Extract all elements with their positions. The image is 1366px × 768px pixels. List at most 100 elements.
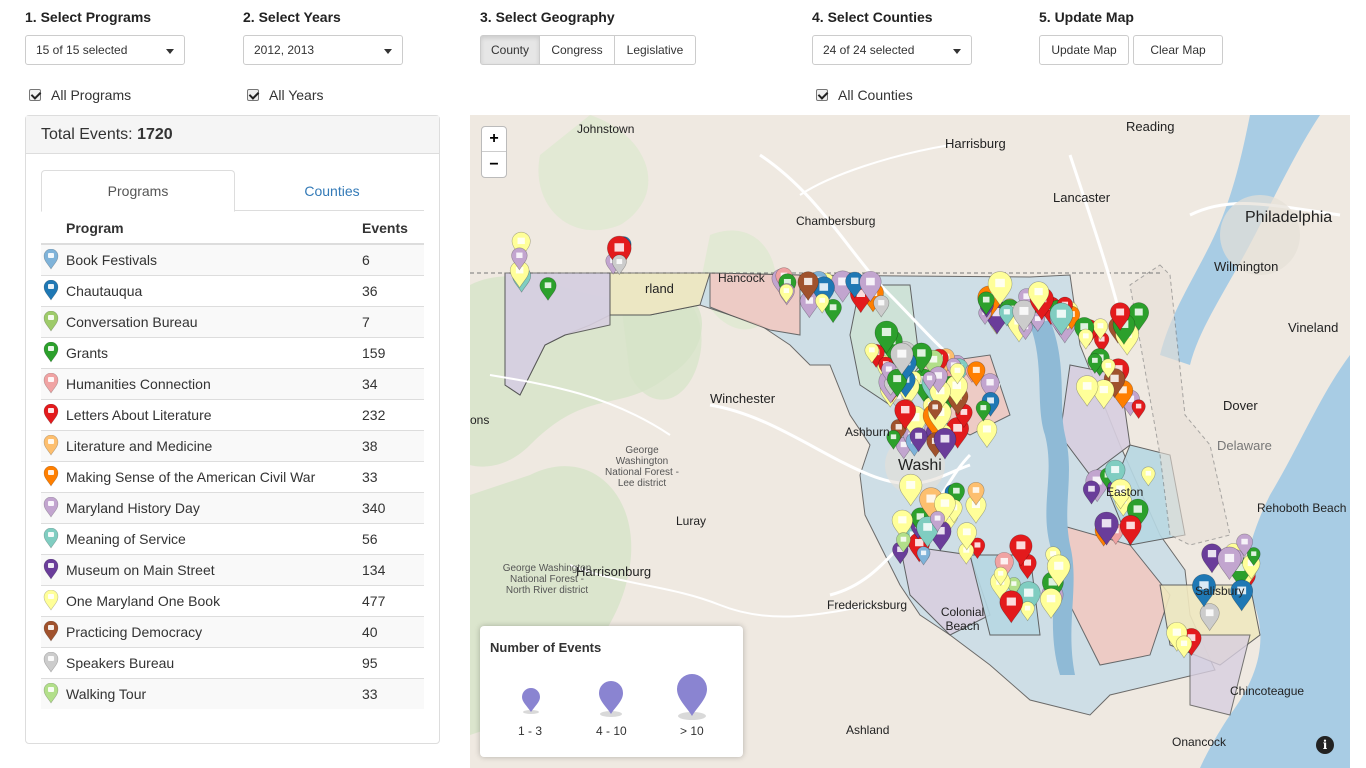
city-label: Reading <box>1126 119 1175 134</box>
event-marker-icon[interactable] <box>1078 328 1094 350</box>
city-label: Rehoboth Beach <box>1257 501 1347 515</box>
event-marker-icon[interactable] <box>1199 603 1220 632</box>
program-events: 33 <box>362 677 424 709</box>
geography-county-button[interactable]: County <box>480 35 540 65</box>
total-events: Total Events: 1720 <box>26 116 439 154</box>
table-row: Humanities Connection 34 <box>41 367 424 399</box>
graduation-cap-icon <box>43 652 59 673</box>
map-legend: Number of Events 1 - 3 4 - 10 > 10 <box>480 626 743 757</box>
city-label: Vineland <box>1288 320 1339 335</box>
event-marker-icon[interactable] <box>976 419 998 449</box>
checkbox-checked-icon[interactable] <box>247 89 259 101</box>
geography-legislative-button[interactable]: Legislative <box>614 35 696 65</box>
city-label: Chincoteague <box>1230 684 1305 698</box>
city-label: Ashland <box>846 723 890 737</box>
program-icon-cell <box>41 460 66 492</box>
city-label: Johnstown <box>577 122 635 136</box>
zoom-in-button[interactable]: + <box>482 127 506 152</box>
tab-counties[interactable]: Counties <box>235 170 429 211</box>
city-label: rland <box>645 281 674 296</box>
event-marker-icon[interactable] <box>1141 466 1156 487</box>
event-marker-icon[interactable] <box>975 400 991 422</box>
update-map-label: 5. Update Map <box>1039 9 1134 25</box>
legend-marker-small-icon <box>522 688 540 714</box>
update-map-button[interactable]: Update Map <box>1039 35 1129 65</box>
open-book-icon <box>43 590 59 611</box>
zoom-out-button[interactable]: − <box>482 152 506 177</box>
program-icon-cell <box>41 553 66 585</box>
all-programs-checkbox[interactable]: All Programs <box>29 87 131 103</box>
city-label: Harrisburg <box>945 136 1006 151</box>
conversation-icon <box>43 311 59 332</box>
program-name: Grants <box>66 336 362 368</box>
event-marker-icon[interactable] <box>1040 588 1063 619</box>
checkbox-checked-icon[interactable] <box>29 89 41 101</box>
panel-tabs: Programs Counties <box>41 170 424 212</box>
program-events: 159 <box>362 336 424 368</box>
program-events: 134 <box>362 553 424 585</box>
table-row: Speakers Bureau 95 <box>41 646 424 678</box>
star-icon <box>43 466 59 487</box>
event-marker-icon[interactable] <box>539 277 557 301</box>
walking-icon <box>43 683 59 704</box>
table-row: One Maryland One Book 477 <box>41 584 424 616</box>
tab-programs[interactable]: Programs <box>41 170 235 212</box>
city-label: Chambersburg <box>796 214 876 228</box>
city-label: George Washington National Forest - Nort… <box>502 563 592 596</box>
event-marker-icon[interactable] <box>999 590 1024 624</box>
years-dropdown[interactable]: 2012, 2013 <box>243 35 403 65</box>
years-label: 2. Select Years <box>243 9 341 25</box>
program-icon-cell <box>41 522 66 554</box>
event-map[interactable]: Johnstown Harrisburg Reading Lancaster C… <box>470 115 1350 768</box>
program-name: Meaning of Service <box>66 522 362 554</box>
event-marker-icon[interactable] <box>873 295 890 318</box>
city-label: Luray <box>676 514 707 528</box>
info-icon[interactable]: i <box>1316 736 1334 754</box>
geography-congress-button[interactable]: Congress <box>539 35 615 65</box>
event-marker-icon[interactable] <box>1020 601 1035 622</box>
program-name: Museum on Main Street <box>66 553 362 585</box>
city-label: Fredericksburg <box>827 598 908 612</box>
all-counties-checkbox[interactable]: All Counties <box>816 87 913 103</box>
program-icon-cell <box>41 646 66 678</box>
medicine-cross-icon <box>43 435 59 456</box>
book-festival-icon <box>43 249 59 270</box>
program-name: Speakers Bureau <box>66 646 362 678</box>
event-marker-icon[interactable] <box>1119 515 1142 546</box>
event-marker-icon[interactable] <box>1075 375 1099 407</box>
grants-icon <box>43 342 59 363</box>
clear-map-button[interactable]: Clear Map <box>1133 35 1223 65</box>
all-years-label: All Years <box>269 87 324 103</box>
city-label: Colonial Beach <box>940 605 985 633</box>
programs-dropdown[interactable]: 15 of 15 selected <box>25 35 185 65</box>
all-programs-label: All Programs <box>51 87 132 103</box>
event-marker-icon[interactable] <box>899 473 923 507</box>
all-years-checkbox[interactable]: All Years <box>247 87 323 103</box>
program-events: 232 <box>362 398 424 430</box>
city-label: Easton <box>1106 485 1144 499</box>
checkbox-checked-icon[interactable] <box>816 89 828 101</box>
event-marker-icon[interactable] <box>1175 635 1193 659</box>
city-label: Washi <box>898 457 942 474</box>
event-marker-icon[interactable] <box>1131 399 1146 420</box>
program-icon-cell <box>41 274 66 306</box>
program-icon-cell <box>41 243 66 275</box>
program-events: 56 <box>362 522 424 554</box>
chautauqua-icon <box>43 280 59 301</box>
counties-dropdown-value: 24 of 24 selected <box>823 43 915 57</box>
counties-dropdown[interactable]: 24 of 24 selected <box>812 35 972 65</box>
geography-label: 3. Select Geography <box>480 9 615 25</box>
event-marker-icon[interactable] <box>779 283 794 304</box>
city-label: Onancock <box>1172 735 1227 749</box>
event-marker-icon[interactable] <box>916 546 931 566</box>
city-label: Lancaster <box>1053 190 1111 205</box>
legend-label-small: 1 - 3 <box>518 724 543 738</box>
programs-table-body: Book Festivals 6 Chautauqua 36 Conversation … <box>41 243 424 709</box>
city-label: Philadelphia <box>1245 209 1333 226</box>
programs-dropdown-value: 15 of 15 selected <box>36 43 128 57</box>
flag-icon <box>43 497 59 518</box>
program-events: 477 <box>362 584 424 616</box>
program-icon-cell <box>41 615 66 647</box>
city-label: ons <box>470 413 490 427</box>
city-label: George Washington National Forest - Lee … <box>605 445 679 489</box>
